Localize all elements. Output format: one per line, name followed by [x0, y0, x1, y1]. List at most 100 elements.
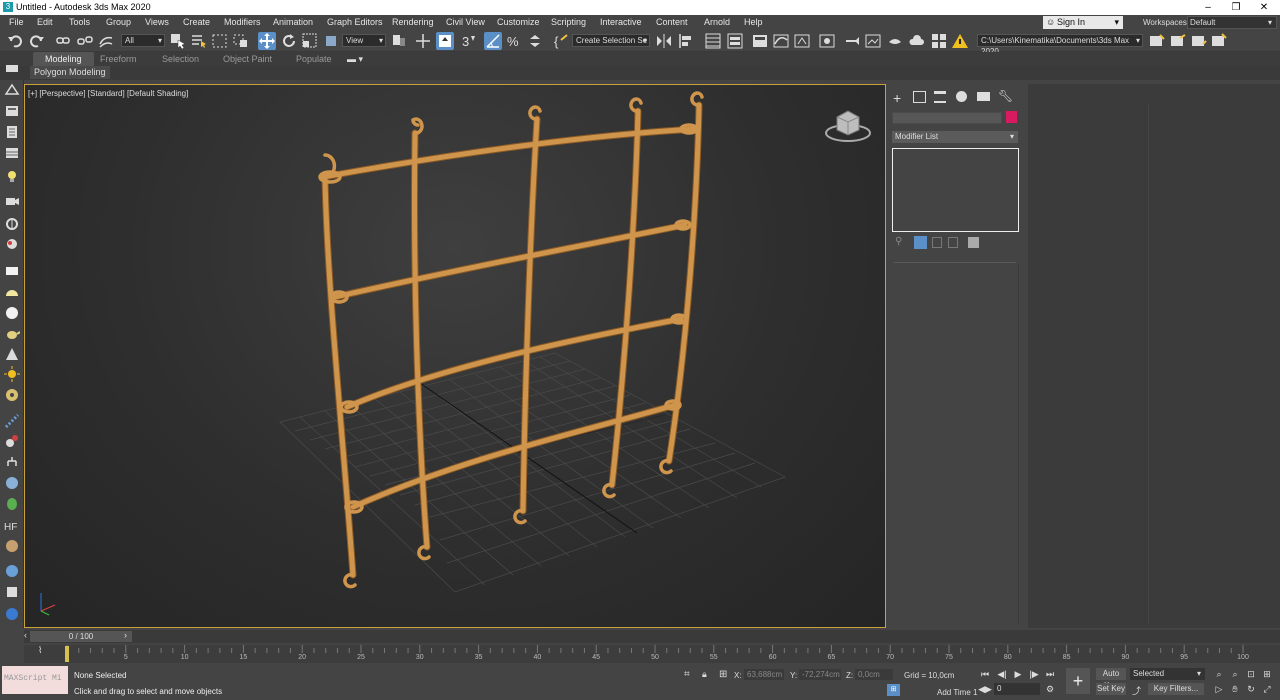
trellis-object[interactable]: [318, 91, 704, 589]
select-and-move-icon[interactable]: [258, 32, 276, 50]
space-warp-icon[interactable]: [4, 236, 20, 252]
render-setup-icon[interactable]: [843, 32, 861, 50]
maxscript-listener[interactable]: MAXScript Mi: [2, 666, 68, 694]
select-and-rotate-icon[interactable]: [280, 32, 298, 50]
key-filters-button[interactable]: Key Filters...: [1148, 683, 1204, 695]
scene-explorer-icon[interactable]: [704, 32, 722, 50]
window-crossing-icon[interactable]: [232, 32, 250, 50]
project-folder-dropdown[interactable]: C:\Users\Kinematika\Documents\3ds Max 20…: [977, 34, 1143, 56]
orbit-icon[interactable]: ↻: [1244, 683, 1258, 695]
sign-in-button[interactable]: ☺ Sign In ▾: [1043, 16, 1123, 29]
teapot-icon[interactable]: [4, 326, 21, 342]
select-by-name-icon[interactable]: [190, 32, 208, 50]
maximize-viewport-icon[interactable]: ⤢: [1260, 683, 1274, 695]
cone-icon[interactable]: [4, 346, 20, 362]
menu-civil-view[interactable]: Civil View: [446, 17, 485, 27]
rendered-frame-window-icon[interactable]: [864, 32, 882, 50]
utilities-icon[interactable]: [4, 584, 20, 600]
default-in-out-tangent-icon[interactable]: ⤴: [1132, 684, 1141, 697]
pivot-center-icon[interactable]: [390, 32, 408, 50]
menu-rendering[interactable]: Rendering: [392, 17, 434, 27]
menu-file[interactable]: File: [9, 17, 24, 27]
selection-lock-icon[interactable]: 🔒︎: [702, 669, 707, 680]
percent-snap-icon[interactable]: %: [505, 32, 523, 50]
select-and-scale-icon[interactable]: [301, 32, 319, 50]
link-icon[interactable]: [54, 32, 72, 50]
snaps-toggle-icon[interactable]: 3: [460, 32, 478, 50]
set-key-big-icon[interactable]: +: [1066, 668, 1090, 694]
viewcube-icon[interactable]: [825, 110, 871, 142]
redo-button[interactable]: [28, 32, 46, 50]
warning-icon[interactable]: [951, 32, 969, 50]
dynamics-icon[interactable]: [4, 433, 20, 449]
mirror-icon[interactable]: [655, 32, 673, 50]
camera-icon[interactable]: [4, 193, 20, 209]
a360-gallery-icon[interactable]: [930, 32, 948, 50]
object-name-field[interactable]: [892, 112, 1002, 124]
bind-space-warp-icon[interactable]: [97, 32, 115, 50]
time-slider-prev-icon[interactable]: ‹: [24, 630, 27, 640]
globe-icon[interactable]: [4, 563, 20, 579]
menu-animation[interactable]: Animation: [273, 17, 313, 27]
x-coordinate[interactable]: 63,688cm: [744, 669, 784, 680]
material-editor-icon[interactable]: [818, 32, 836, 50]
time-slider-next-icon[interactable]: ›: [124, 630, 127, 640]
rollout-scrollbar[interactable]: [1018, 264, 1019, 624]
close-button[interactable]: ✕: [1250, 0, 1278, 15]
motion-icon[interactable]: [4, 475, 20, 491]
time-configuration-icon[interactable]: ⚙: [1043, 683, 1057, 695]
menu-scripting[interactable]: Scripting: [551, 17, 586, 27]
isolate-selection-icon[interactable]: ⌗: [684, 669, 690, 680]
hierarchy-tab-icon[interactable]: [934, 91, 946, 103]
menu-customize[interactable]: Customize: [497, 17, 540, 27]
set-key-button[interactable]: Set Key: [1096, 683, 1126, 695]
angle-snap-icon[interactable]: [484, 32, 502, 50]
restore-button[interactable]: ❐: [1222, 0, 1250, 15]
minimize-button[interactable]: –: [1194, 0, 1222, 15]
key-selection-dropdown[interactable]: Selected: [1130, 668, 1205, 680]
perspective-viewport[interactable]: [+] [Perspective] [Standard] [Default Sh…: [24, 84, 886, 628]
particles-icon[interactable]: [4, 413, 20, 429]
scene-settings-icon[interactable]: [4, 60, 20, 76]
modifier-stack[interactable]: [892, 148, 1019, 232]
remove-modifier-icon[interactable]: [948, 237, 958, 248]
pan-view-icon[interactable]: ✋︎: [1228, 683, 1242, 695]
configure-modifier-sets-icon[interactable]: [968, 237, 979, 248]
show-end-result-icon[interactable]: [914, 236, 927, 249]
project-icon[interactable]: [1148, 32, 1166, 50]
field-of-view-icon[interactable]: ▷: [1212, 683, 1226, 695]
tab-object-paint[interactable]: Object Paint: [223, 54, 272, 64]
time-slider[interactable]: ‹ 0 / 100 ›: [24, 630, 1280, 643]
track-bar[interactable]: ⌇ 5 10 15 20 25 30 35 40 45 50 55 60 65 70 75 80 85 90 95 1…: [24, 645, 1280, 663]
zoom-extents-all-icon[interactable]: ⊞: [1260, 668, 1274, 680]
y-coordinate[interactable]: -72,274cm: [799, 669, 841, 680]
rect-selection-icon[interactable]: [211, 32, 229, 50]
object-color-swatch[interactable]: [1006, 111, 1017, 123]
menu-modifiers[interactable]: Modifiers: [224, 17, 261, 27]
save-icon[interactable]: [1190, 32, 1208, 50]
named-selection-set-dropdown[interactable]: Create Selection Se: [572, 34, 650, 47]
dome-icon[interactable]: [4, 284, 20, 300]
toggle-ribbon-icon[interactable]: [751, 32, 769, 50]
spinner-snap-icon[interactable]: [526, 32, 544, 50]
box-icon[interactable]: [4, 263, 20, 279]
layers-icon[interactable]: [4, 145, 20, 161]
create-tab-icon[interactable]: +: [893, 90, 901, 106]
undo-button[interactable]: [6, 32, 24, 50]
play-icon[interactable]: ▶: [1011, 668, 1025, 680]
zoom-icon[interactable]: ⌕: [1212, 668, 1226, 680]
hair-icon[interactable]: HF: [4, 517, 20, 533]
make-unique-icon[interactable]: [932, 237, 942, 248]
sphere-icon[interactable]: [4, 305, 20, 321]
menu-create[interactable]: Create: [183, 17, 210, 27]
menu-arnold[interactable]: Arnold: [704, 17, 730, 27]
browse-icon[interactable]: [1210, 32, 1228, 50]
time-slider-thumb[interactable]: 0 / 100: [30, 631, 132, 642]
sun-icon[interactable]: [4, 366, 20, 382]
tab-modeling[interactable]: Modeling: [33, 52, 94, 66]
zoom-extents-icon[interactable]: ⊡: [1244, 668, 1258, 680]
lightbulb-icon[interactable]: [4, 168, 20, 184]
menu-content[interactable]: Content: [656, 17, 688, 27]
helper-icon[interactable]: [4, 216, 20, 232]
motion-tab-icon[interactable]: [956, 91, 967, 102]
